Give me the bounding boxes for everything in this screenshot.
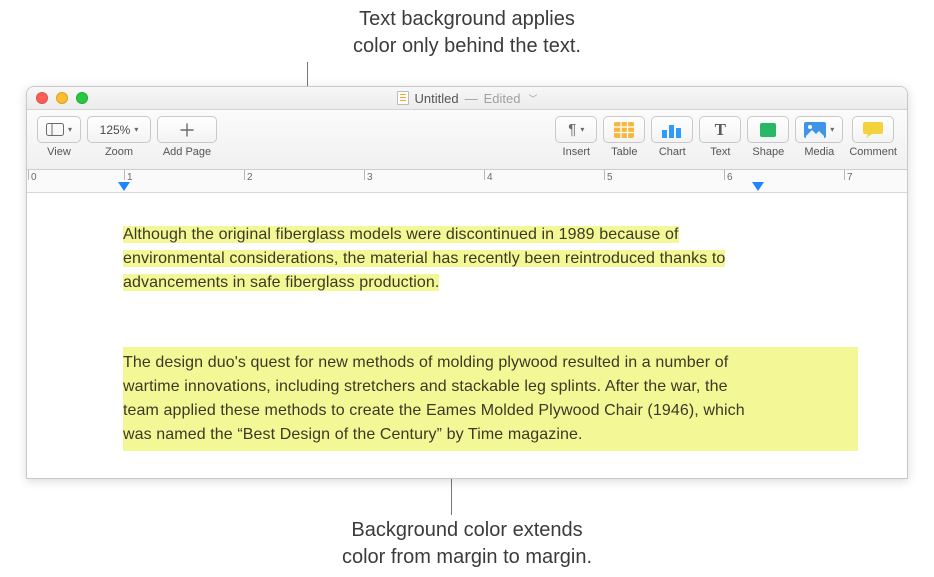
text-label: Text [710, 146, 730, 158]
ruler-label: 6 [727, 172, 733, 183]
document-icon [397, 91, 409, 105]
edited-indicator: Edited [484, 91, 521, 106]
close-button[interactable] [36, 92, 48, 104]
paragraph-2-text: The design duo's quest for new methods o… [123, 351, 763, 447]
minimize-button[interactable] [56, 92, 68, 104]
add-page-button[interactable] [157, 116, 217, 143]
chevron-down-icon: ▾ [580, 125, 584, 134]
view-label: View [47, 146, 71, 158]
toolbar: ▾ View 125% ▾ Zoom Add Page [27, 110, 907, 170]
chevron-down-icon: ▾ [134, 125, 138, 134]
plus-icon [180, 123, 194, 137]
ruler-label: 5 [607, 172, 613, 183]
paragraph-1-text: Although the original fiberglass models … [123, 226, 725, 291]
titlebar: Untitled — Edited ﹀ [27, 87, 907, 110]
media-icon [804, 122, 826, 138]
comment-button[interactable] [852, 116, 894, 143]
zoom-select[interactable]: 125% ▾ [87, 116, 151, 143]
table-button[interactable] [603, 116, 645, 143]
media-button[interactable]: ▾ [795, 116, 843, 143]
chart-button[interactable] [651, 116, 693, 143]
annotation-text-background: Text background applies color only behin… [267, 6, 667, 60]
table-label: Table [611, 146, 637, 158]
pilcrow-icon: ¶ [568, 121, 576, 138]
shape-icon [759, 122, 777, 138]
title-sep: — [465, 91, 478, 106]
insert-label: Insert [563, 146, 591, 158]
ruler-label: 0 [31, 172, 37, 183]
sidebar-icon [46, 123, 64, 136]
chevron-down-icon: ▾ [830, 125, 834, 134]
document-name: Untitled [415, 91, 459, 106]
insert-button[interactable]: ¶ ▾ [555, 116, 597, 143]
zoom-label: Zoom [105, 146, 133, 158]
shape-label: Shape [752, 146, 784, 158]
table-icon [614, 122, 634, 138]
left-indent-marker[interactable] [118, 182, 130, 191]
ruler-label: 2 [247, 172, 253, 183]
chart-icon [661, 122, 683, 138]
right-indent-marker[interactable] [752, 182, 764, 191]
add-page-label: Add Page [163, 146, 211, 158]
ruler-label: 7 [847, 172, 853, 183]
paragraph-text-background[interactable]: Although the original fiberglass models … [123, 223, 763, 295]
chevron-down-icon: ▾ [68, 125, 72, 134]
text-icon: T [715, 120, 726, 140]
ruler[interactable]: 0 1 2 3 4 5 6 7 [27, 170, 907, 193]
zoom-value: 125% [100, 123, 131, 137]
traffic-lights [36, 92, 88, 104]
chart-label: Chart [659, 146, 686, 158]
ruler-label: 4 [487, 172, 493, 183]
document-area[interactable]: Although the original fiberglass models … [27, 193, 907, 478]
window-title[interactable]: Untitled — Edited ﹀ [397, 91, 538, 106]
comment-icon [863, 122, 883, 138]
view-button[interactable]: ▾ [37, 116, 81, 143]
text-button[interactable]: T [699, 116, 741, 143]
media-label: Media [804, 146, 834, 158]
ruler-label: 3 [367, 172, 373, 183]
annotation-background-color: Background color extends color from marg… [267, 517, 667, 571]
app-window: Untitled — Edited ﹀ ▾ View 125% ▾ [26, 86, 908, 479]
comment-label: Comment [849, 146, 897, 158]
paragraph-background-color[interactable]: The design duo's quest for new methods o… [123, 347, 858, 451]
maximize-button[interactable] [76, 92, 88, 104]
chevron-down-icon: ﹀ [528, 92, 537, 105]
shape-button[interactable] [747, 116, 789, 143]
